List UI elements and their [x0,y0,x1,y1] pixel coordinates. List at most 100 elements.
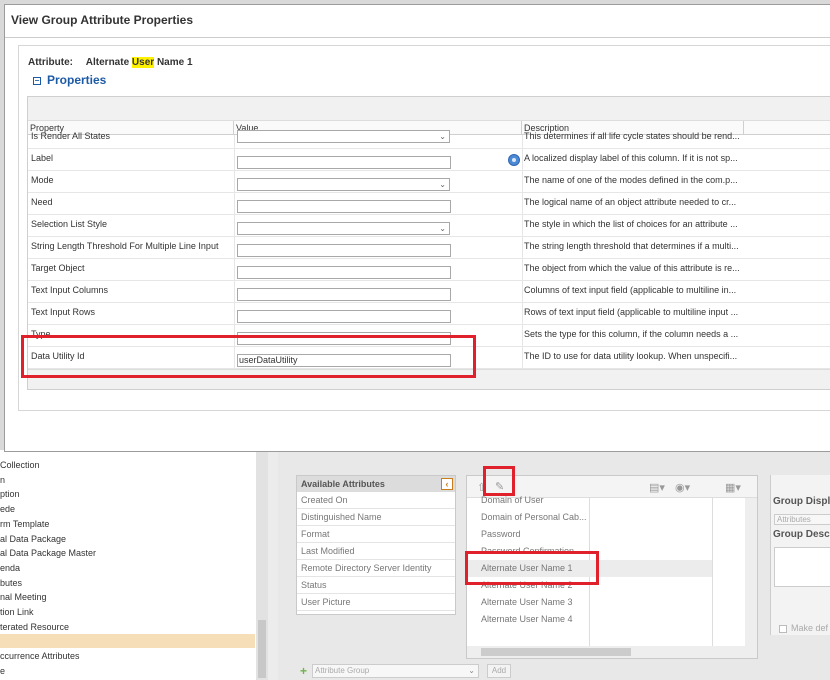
property-name: Need [31,197,53,207]
tree-item[interactable]: butes [0,576,22,590]
tree-item[interactable]: ede [0,502,15,516]
tree-item[interactable]: ccurrence Attributes [0,649,80,663]
group-description-textarea[interactable] [774,547,830,587]
list-item[interactable]: Domain of Personal Cab... [467,509,712,526]
value-input[interactable] [237,310,451,323]
checkbox-label: Make def [791,623,829,633]
collapse-icon[interactable]: ‹ [441,478,453,490]
available-attributes-title: Available Attributes [301,479,385,489]
value-input[interactable] [237,244,451,257]
tree-item[interactable]: nal Meeting [0,590,47,604]
property-description: The logical name of an object attribute … [524,197,737,207]
highlight-box-data-utility-row [21,335,476,378]
scroll-thumb[interactable] [258,620,266,678]
tree-item[interactable]: n [0,473,5,487]
chevron-down-icon: ⌄ [468,666,475,675]
dialog-title: View Group Attribute Properties [11,13,194,27]
list-item[interactable]: Created On [297,492,455,509]
highlight-box-edit-icon [483,466,515,496]
tree-item[interactable]: rm Template [0,517,49,531]
property-name: Label [31,153,54,163]
chevron-down-icon: ⌄ [439,180,446,189]
highlight-box-selected-attribute [465,551,599,585]
property-name: Text Input Rows [31,307,96,317]
available-attributes-header: Available Attributes ‹ [297,476,455,492]
list-item[interactable]: Status [297,577,455,594]
property-description: The object from which the value of this … [524,263,740,273]
tree-item[interactable]: Collection [0,458,40,472]
table-row: Is Render All States ⌄ This determines if … [28,127,830,149]
property-name: Mode [31,175,54,185]
tree-item[interactable]: al Data Package [0,532,66,546]
property-description: The string length threshold that determi… [524,241,739,251]
value-select[interactable]: ⌄ [237,222,450,235]
tree-scrollbar[interactable] [256,450,268,680]
list-item[interactable]: Last Modified [297,543,455,560]
members-hscroll[interactable] [467,646,757,658]
table-row: Text Input Rows Rows of text input field … [28,303,830,325]
value-select[interactable]: ⌄ [237,130,450,143]
grid-toolbar [28,97,830,121]
members-vscroll[interactable] [745,498,757,648]
property-description: The name of one of the modes defined in … [524,175,738,185]
property-description: A localized display label of this column… [524,153,738,163]
tree-item[interactable]: ption [0,487,20,501]
attribute-line: Attribute: Alternate User Name 1 [28,57,193,68]
collapse-minus-icon[interactable]: − [33,76,41,85]
tree-item[interactable]: e [0,664,5,678]
group-properties-panel: Group Displa Attributes Group Descr Make… [770,475,830,635]
properties-section-toggle[interactable]: − Properties [33,73,106,87]
property-name: Is Render All States [31,131,111,141]
tree-item[interactable] [0,634,255,649]
table-view-icon[interactable]: ▦▾ [725,481,741,494]
checkbox-box[interactable] [779,624,787,633]
value-input[interactable] [237,200,451,213]
attribute-group-select[interactable]: Attribute Group ⌄ [312,664,479,678]
table-row: Mode ⌄ The name of one of the modes define… [28,171,830,193]
value-input[interactable] [237,266,451,279]
property-description: Columns of text input field (applicable … [524,285,737,295]
property-name: Target Object [31,263,85,273]
make-default-checkbox[interactable]: Make def [779,623,828,633]
property-name: String Length Threshold For Multiple Lin… [31,241,219,251]
table-row: Text Input Columns Columns of text input … [28,281,830,303]
attribute-group-placeholder: Attribute Group [315,666,370,675]
chevron-down-icon: ⌄ [439,132,446,141]
tree-item[interactable]: enda [0,561,20,575]
value-select[interactable]: ⌄ [237,178,450,191]
group-display-input[interactable]: Attributes [774,514,830,525]
tree-item[interactable]: terated Resource [0,620,69,634]
property-description: This determines if all life cycle states… [524,131,740,141]
table-row: String Length Threshold For Multiple Lin… [28,237,830,259]
available-attributes-panel: Available Attributes ‹ Created On Disting… [296,475,456,615]
list-item[interactable]: Format [297,526,455,543]
attribute-value: Alternate User Name 1 [86,57,193,68]
list-item[interactable]: Password [467,526,712,543]
chevron-down-icon: ⌄ [439,224,446,233]
add-button[interactable]: Add [487,664,511,678]
list-item[interactable]: Distinguished Name [297,509,455,526]
value-input[interactable] [237,288,451,301]
group-description-label: Group Descr [773,529,830,540]
attribute-value-suffix: Name 1 [156,57,193,68]
tree-item[interactable]: al Data Package Master [0,546,96,560]
hscroll-thumb[interactable] [481,648,631,656]
property-description: Rows of text input field (applicable to … [524,307,739,317]
localize-icon[interactable] [508,154,520,166]
property-name: Text Input Columns [31,285,109,295]
plus-icon[interactable]: + [300,665,307,677]
background-app: Collection n ption ede rm Template al Data Pa… [0,450,830,680]
property-description: Sets the type for this column, if the co… [524,329,739,339]
column-divider [712,498,713,648]
type-tree: Collection n ption ede rm Template al Data Pa… [0,450,257,680]
tree-item[interactable]: tion Link [0,605,34,619]
list-item[interactable]: User Picture [297,594,455,611]
value-input[interactable] [237,156,451,169]
property-description: The ID to use for data utility lookup. W… [524,351,738,361]
group-display-label: Group Displa [773,496,830,507]
list-item[interactable]: Alternate User Name 4 [467,611,712,628]
list-item[interactable]: Remote Directory Server Identity [297,560,455,577]
view-group-attribute-properties-dialog: View Group Attribute Properties Attribut… [4,4,830,452]
list-item[interactable]: Alternate User Name 3 [467,594,712,611]
divider [5,37,830,38]
